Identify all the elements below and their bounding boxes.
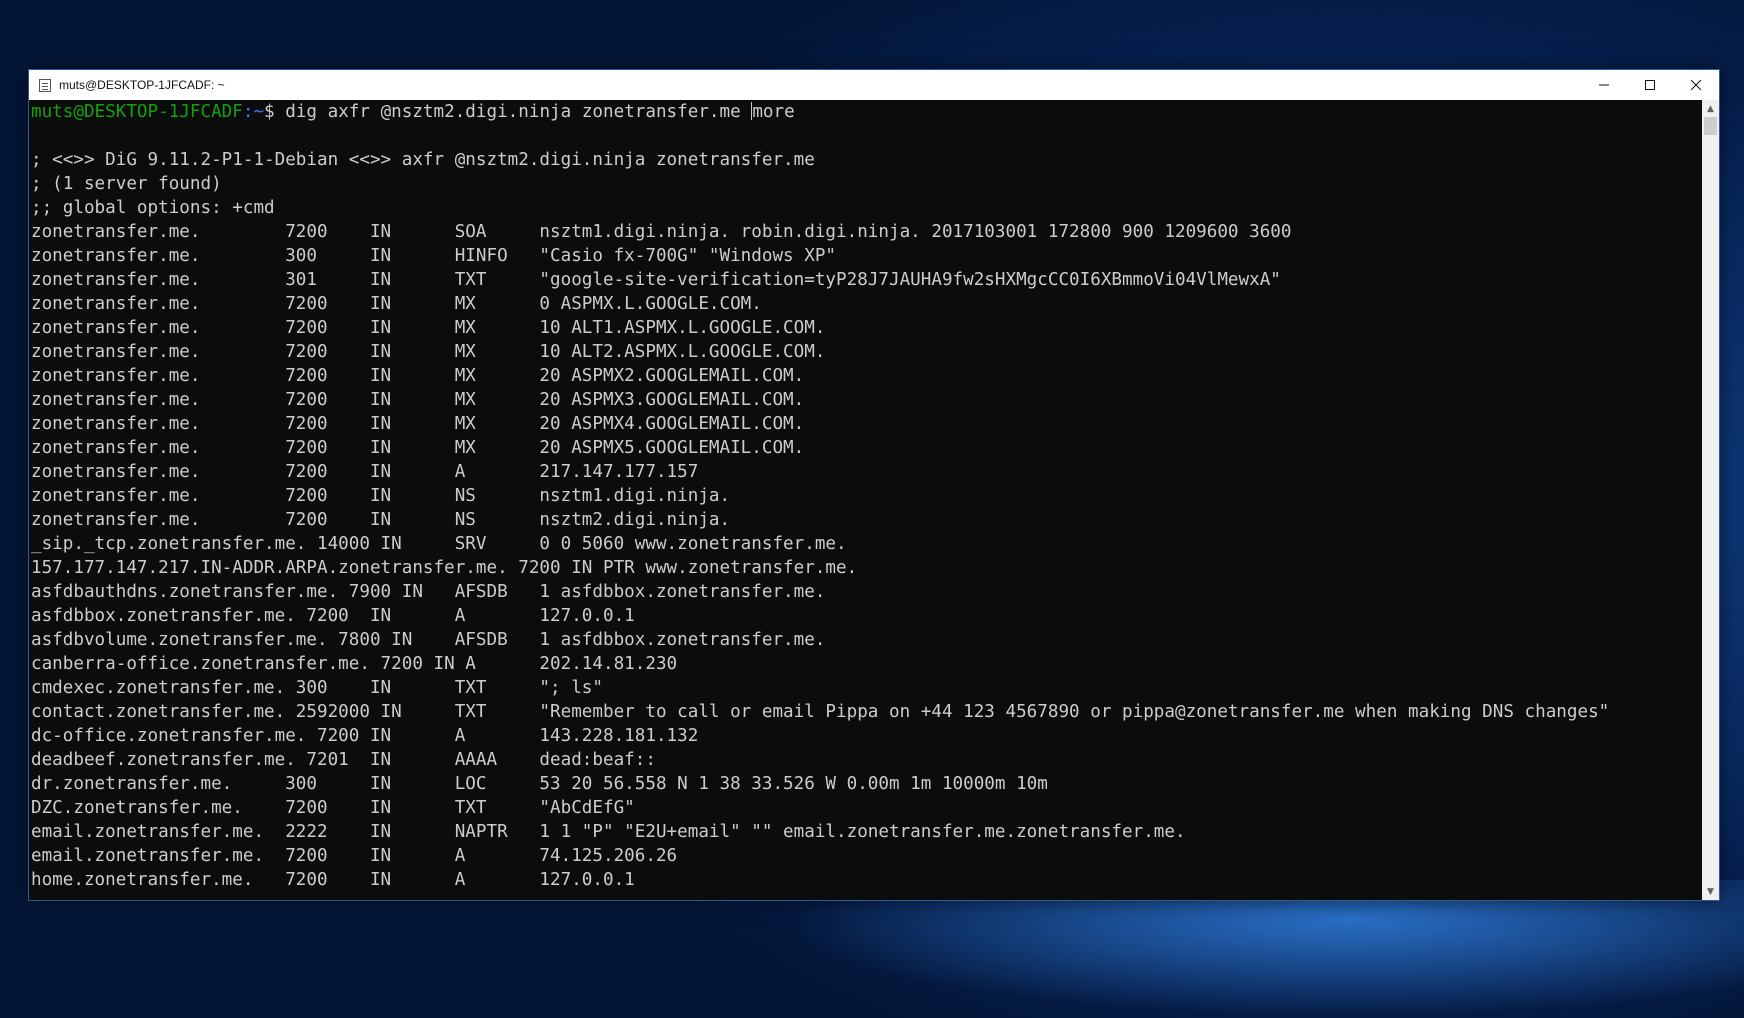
output-line: ; <<>> DiG 9.11.2-P1-1-Debian <<>> axfr … [31,150,815,170]
terminal-output-area[interactable]: muts@DESKTOP-1JFCADF:~$ dig axfr @nsztm2… [29,100,1702,900]
output-line: ;; global options: +cmd [31,198,275,218]
output-line: zonetransfer.me. 300 IN HINFO "Casio fx-… [31,246,837,266]
output-line: zonetransfer.me. 7200 IN MX 10 ALT1.ASPM… [31,318,826,338]
title-bar[interactable]: muts@DESKTOP-1JFCADF: ~ [29,70,1719,100]
close-button[interactable] [1673,70,1719,100]
output-line: zonetransfer.me. 7200 IN MX 10 ALT2.ASPM… [31,342,826,362]
maximize-button[interactable] [1627,70,1673,100]
output-line: zonetransfer.me. 7200 IN MX 20 ASPMX3.GO… [31,390,805,410]
output-line: zonetransfer.me. 7200 IN SOA nsztm1.digi… [31,222,1292,242]
maximize-icon [1645,80,1655,90]
minimize-button[interactable] [1581,70,1627,100]
prompt-pipe-command: more [752,102,795,122]
output-line: asfdbbox.zonetransfer.me. 7200 IN A 127.… [31,606,635,626]
command-output: ; <<>> DiG 9.11.2-P1-1-Debian <<>> axfr … [31,124,1702,892]
scroll-thumb[interactable] [1704,117,1717,135]
output-line: home.zonetransfer.me. 7200 IN A 127.0.0.… [31,870,635,890]
output-line: asfdbauthdns.zonetransfer.me. 7900 IN AF… [31,582,826,602]
output-line: zonetransfer.me. 301 IN TXT "google-site… [31,270,1281,290]
output-line: _sip._tcp.zonetransfer.me. 14000 IN SRV … [31,534,847,554]
output-line: zonetransfer.me. 7200 IN MX 20 ASPMX5.GO… [31,438,805,458]
output-line: deadbeef.zonetransfer.me. 7201 IN AAAA d… [31,750,656,770]
output-line: zonetransfer.me. 7200 IN NS nsztm1.digi.… [31,486,731,506]
output-line: cmdexec.zonetransfer.me. 300 IN TXT "; l… [31,678,603,698]
minimize-icon [1599,84,1609,86]
prompt-symbol: $ [264,102,286,122]
output-line: DZC.zonetransfer.me. 7200 IN TXT "AbCdEf… [31,798,635,818]
output-line: asfdbvolume.zonetransfer.me. 7800 IN AFS… [31,630,826,650]
window-controls [1581,70,1719,100]
window-title: muts@DESKTOP-1JFCADF: ~ [59,78,225,92]
output-line: zonetransfer.me. 7200 IN MX 20 ASPMX2.GO… [31,366,805,386]
output-line: dr.zonetransfer.me. 300 IN LOC 53 20 56.… [31,774,1048,794]
prompt-path: :~ [242,102,265,122]
output-line: ; (1 server found) [31,174,222,194]
output-line: email.zonetransfer.me. 7200 IN A 74.125.… [31,846,678,866]
prompt-command: dig axfr @nsztm2.digi.ninja zonetransfer… [285,102,752,122]
output-line: 157.177.147.217.IN-ADDR.ARPA.zonetransfe… [31,558,858,578]
output-line: dc-office.zonetransfer.me. 7200 IN A 143… [31,726,699,746]
vertical-scrollbar[interactable]: ▲ ▼ [1702,100,1719,900]
output-line: zonetransfer.me. 7200 IN MX 0 ASPMX.L.GO… [31,294,762,314]
terminal-text: muts@DESKTOP-1JFCADF:~$ dig axfr @nsztm2… [29,100,1702,892]
scroll-up-arrow-icon[interactable]: ▲ [1702,100,1719,117]
scroll-down-arrow-icon[interactable]: ▼ [1702,883,1719,900]
output-line: contact.zonetransfer.me. 2592000 IN TXT … [31,702,1610,722]
prompt-line: muts@DESKTOP-1JFCADF:~$ dig axfr @nsztm2… [31,100,1702,124]
terminal-window[interactable]: muts@DESKTOP-1JFCADF: ~ muts@DESKTOP-1JF… [28,69,1720,901]
output-line: zonetransfer.me. 7200 IN A 217.147.177.1… [31,462,699,482]
output-line: canberra-office.zonetransfer.me. 7200 IN… [31,654,678,674]
terminal-icon [39,78,51,92]
close-icon [1691,80,1701,90]
output-line: email.zonetransfer.me. 2222 IN NAPTR 1 1… [31,822,1186,842]
output-line: zonetransfer.me. 7200 IN NS nsztm2.digi.… [31,510,731,530]
output-line: zonetransfer.me. 7200 IN MX 20 ASPMX4.GO… [31,414,805,434]
prompt-user-host: muts@DESKTOP-1JFCADF [31,102,243,122]
